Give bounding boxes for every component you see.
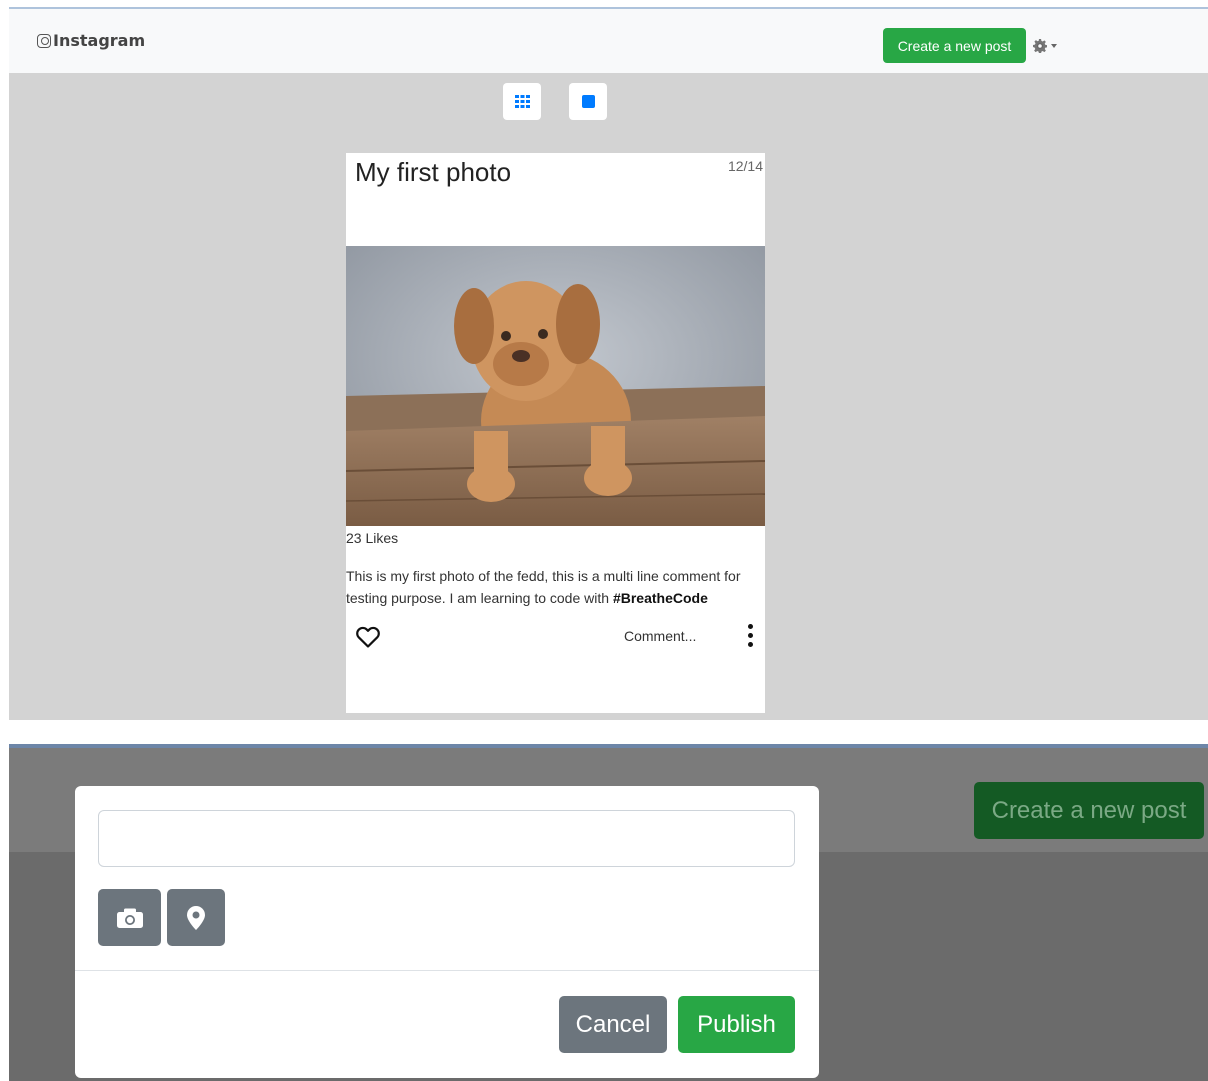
publish-button[interactable]: Publish [678, 996, 795, 1053]
navbar: Instagram Create a new post [9, 9, 1208, 73]
modal-footer-divider [75, 970, 819, 971]
single-view-icon [581, 95, 595, 108]
location-pin-icon [187, 905, 205, 930]
post-photo [346, 246, 765, 526]
instagram-icon [37, 33, 51, 48]
cancel-button[interactable]: Cancel [559, 996, 667, 1053]
comment-link[interactable]: Comment... [624, 628, 696, 644]
new-post-screen: Create a new post Cancel Publish [9, 744, 1208, 1081]
add-photo-button[interactable] [98, 889, 161, 946]
brand-name: Instagram [53, 31, 146, 50]
post-title: My first photo [355, 157, 512, 187]
camera-icon [116, 908, 143, 928]
brand-logo[interactable]: Instagram [37, 31, 145, 50]
create-post-button[interactable]: Create a new post [883, 28, 1026, 63]
caption-hashtag[interactable]: #BreatheCode [613, 590, 708, 606]
settings-dropdown[interactable] [1033, 37, 1067, 55]
chevron-down-icon [1051, 44, 1057, 48]
likes-count: 23 Likes [346, 530, 399, 546]
post-counter: 12/14 [727, 158, 763, 174]
post-caption: This is my first photo of the fedd, this… [346, 565, 765, 609]
more-options-button[interactable] [748, 624, 753, 647]
gear-icon [1033, 39, 1047, 53]
feed-screen: Instagram Create a new post My first pho… [9, 7, 1208, 720]
post-card: My first photo 12/14 23 Likes This is my… [346, 153, 765, 713]
heart-icon [356, 626, 380, 648]
more-vertical-icon [748, 624, 753, 629]
add-location-button[interactable] [167, 889, 225, 946]
grid-view-icon [514, 95, 530, 108]
grid-view-button[interactable] [503, 83, 541, 120]
background-create-post-button: Create a new post [974, 782, 1204, 839]
single-view-button[interactable] [569, 83, 607, 120]
like-button[interactable] [355, 625, 381, 654]
post-text-input[interactable] [98, 810, 795, 867]
new-post-modal: Cancel Publish [75, 786, 819, 1078]
